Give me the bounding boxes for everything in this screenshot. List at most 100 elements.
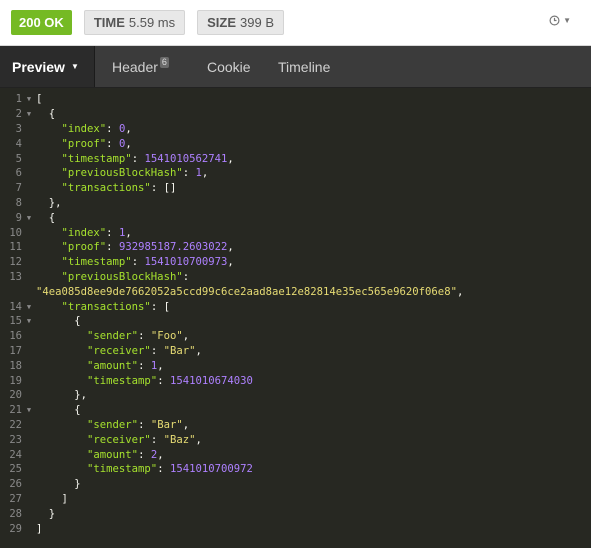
- line-number: 17: [9, 344, 22, 357]
- code-line: 7 "transactions": []: [0, 181, 591, 196]
- fold-toggle-icon[interactable]: ▼: [22, 110, 36, 118]
- line-content: "index": 1,: [36, 227, 132, 239]
- json-punctuation: :: [106, 241, 119, 254]
- line-content: "timestamp": 1541010700973,: [36, 256, 234, 268]
- json-punctuation: {: [36, 211, 56, 224]
- code-line: 12 "timestamp": 1541010700973,: [0, 255, 591, 270]
- json-number: 1541010674030: [169, 374, 253, 387]
- line-number: 22: [9, 418, 22, 431]
- time-value: 5.59 ms: [128, 15, 176, 30]
- json-punctuation: [36, 153, 62, 165]
- line-content: [: [36, 93, 42, 105]
- json-punctuation: [36, 227, 62, 239]
- line-content: "receiver": "Baz",: [36, 434, 202, 446]
- line-number: 29: [9, 522, 22, 535]
- fold-toggle-icon[interactable]: ▼: [22, 406, 36, 414]
- json-key: "transactions": [61, 300, 151, 313]
- json-punctuation: {: [36, 315, 81, 328]
- json-punctuation: [36, 449, 87, 461]
- line-content: "timestamp": 1541010700972: [36, 463, 253, 475]
- tab-timeline-label: Timeline: [278, 58, 331, 75]
- line-number: 4: [15, 137, 22, 150]
- json-punctuation: ,: [157, 359, 164, 372]
- code-line: 1 ▼[: [0, 92, 591, 107]
- tab-header[interactable]: Header 6: [95, 46, 190, 87]
- json-punctuation: [36, 138, 62, 150]
- response-meta-bar: 200 OK TIME 5.59 ms SIZE 399 B ▼: [0, 0, 591, 46]
- json-string: "Foo": [150, 330, 183, 343]
- json-key: "previousBlockHash": [61, 270, 183, 283]
- json-key: "timestamp": [61, 152, 132, 165]
- json-punctuation: }: [36, 478, 81, 491]
- line-number: 26: [9, 478, 22, 491]
- json-key: "index": [61, 226, 107, 239]
- json-preview[interactable]: 1 ▼[2 ▼ {3 "index": 0, 4 "proof": 0, 5 "time…: [0, 88, 591, 536]
- fold-toggle-icon[interactable]: ▼: [22, 214, 36, 222]
- line-number: 27: [9, 492, 22, 505]
- json-punctuation: ,: [195, 433, 202, 446]
- json-key: "sender": [87, 330, 139, 343]
- line-content: "sender": "Foo",: [36, 330, 189, 342]
- line-number: 7: [15, 182, 22, 195]
- json-key: "timestamp": [61, 256, 132, 269]
- response-tabs: Preview ▼ Header 6 Cookie Timeline: [0, 46, 591, 88]
- code-line: 24 "amount": 2,: [0, 447, 591, 462]
- json-punctuation: [36, 123, 62, 135]
- json-string: "Baz": [163, 433, 196, 446]
- code-line: 23 "receiver": "Baz",: [0, 432, 591, 447]
- json-punctuation: :: [157, 374, 170, 387]
- fold-toggle-icon[interactable]: ▼: [22, 317, 36, 325]
- line-number: 15: [9, 315, 22, 328]
- tab-cookie[interactable]: Cookie: [190, 46, 268, 87]
- json-punctuation: [36, 345, 87, 357]
- tab-preview[interactable]: Preview ▼: [0, 46, 95, 87]
- json-punctuation: [36, 463, 87, 475]
- line-content: }: [36, 478, 81, 491]
- json-string: "Bar": [150, 418, 183, 431]
- code-line: 2 ▼ {: [0, 107, 591, 122]
- json-punctuation: :: [182, 167, 196, 180]
- history-dropdown[interactable]: ▼: [549, 15, 571, 26]
- json-punctuation: ]: [36, 522, 43, 535]
- json-key: "transactions": [61, 182, 151, 195]
- line-content: ]: [36, 523, 42, 535]
- line-content: "sender": "Bar",: [36, 419, 189, 431]
- line-number: 13: [9, 270, 22, 283]
- tab-header-label: Header: [112, 58, 158, 75]
- json-number: 932985187.2603022: [118, 241, 228, 254]
- fold-toggle-icon[interactable]: ▼: [22, 95, 36, 103]
- fold-toggle-icon[interactable]: ▼: [22, 303, 36, 311]
- line-content: {: [36, 404, 81, 417]
- json-punctuation: [: [36, 93, 43, 106]
- code-line: 16 "sender": "Foo",: [0, 329, 591, 344]
- header-count-badge: 6: [159, 57, 169, 68]
- line-content: ]: [36, 493, 68, 505]
- json-punctuation: ,: [227, 241, 234, 254]
- line-content: "amount": 1,: [36, 360, 164, 372]
- line-content: "previousBlockHash": 1,: [36, 167, 209, 180]
- json-key: "amount": [87, 448, 139, 461]
- code-line: 26 }: [0, 477, 591, 492]
- json-punctuation: {: [36, 404, 81, 417]
- tab-timeline[interactable]: Timeline: [268, 46, 348, 87]
- line-content: "transactions": [: [36, 301, 170, 313]
- json-punctuation: ,: [182, 418, 190, 431]
- line-number: 6: [15, 167, 22, 180]
- chevron-down-icon: ▼: [563, 16, 571, 25]
- code-line: 21 ▼ {: [0, 403, 591, 418]
- line-content: "4ea085d8ee9de7662052a5ccd99c6ce2aad8ae1…: [36, 286, 463, 298]
- code-line: 27 ]: [0, 492, 591, 507]
- line-number: 28: [9, 507, 22, 520]
- line-content: {: [36, 212, 55, 224]
- json-punctuation: :: [150, 344, 164, 357]
- json-punctuation: ,: [157, 448, 164, 461]
- line-number: 18: [9, 359, 22, 372]
- json-punctuation: ,: [227, 256, 234, 269]
- json-punctuation: :: [157, 463, 170, 476]
- json-punctuation: :: [106, 226, 119, 239]
- json-key: "previousBlockHash": [61, 167, 183, 180]
- json-punctuation: ,: [227, 152, 234, 165]
- json-key: "proof": [61, 241, 107, 254]
- json-key: "timestamp": [87, 463, 158, 476]
- line-number: 14: [9, 300, 22, 313]
